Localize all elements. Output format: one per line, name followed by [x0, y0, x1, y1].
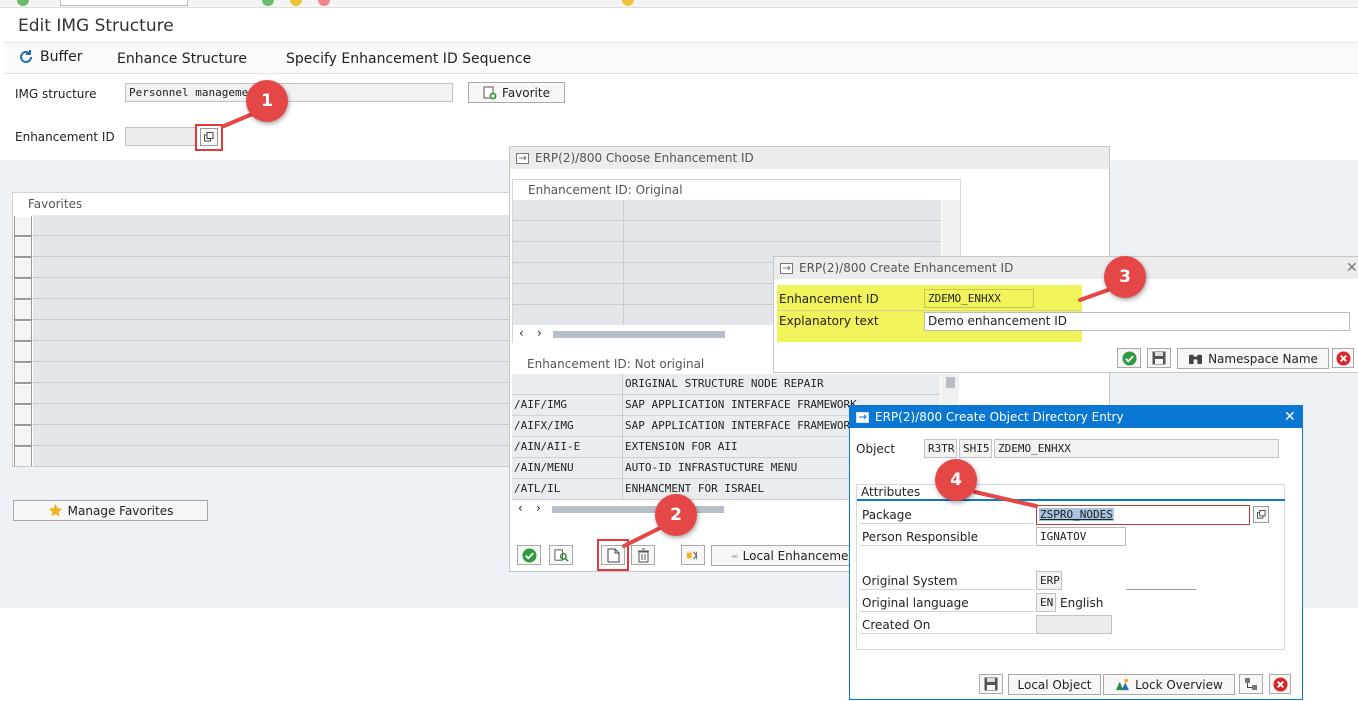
callout-2: 2 — [655, 494, 697, 536]
callout-3: 3 — [1104, 256, 1146, 298]
callout-1: 1 — [246, 80, 288, 122]
callout-arrows — [222, 108, 1110, 548]
callout-4: 4 — [935, 459, 977, 501]
